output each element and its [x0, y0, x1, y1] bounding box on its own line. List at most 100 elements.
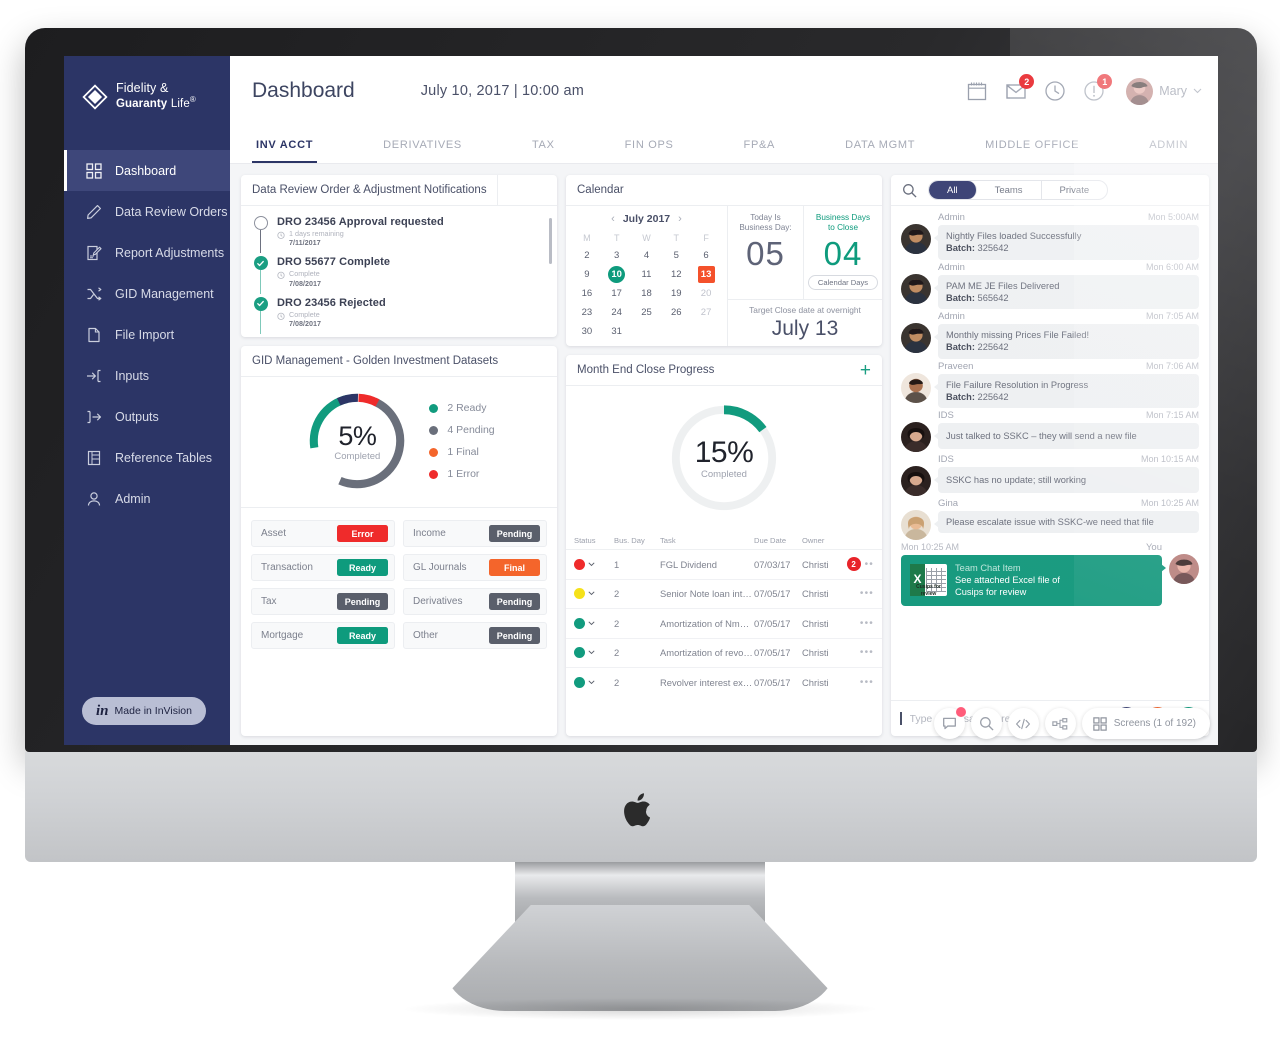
status-cell-mortgage[interactable]: Mortgage Ready: [251, 622, 395, 649]
plus-icon[interactable]: +: [860, 361, 871, 380]
comment-button[interactable]: [933, 707, 966, 739]
calendar-day-today[interactable]: 10: [608, 266, 626, 283]
calendar-day[interactable]: 11: [638, 266, 655, 283]
calendar-day[interactable]: 27: [698, 304, 715, 321]
calendar-day[interactable]: 31: [608, 323, 625, 340]
sidebar-item-file-import[interactable]: File Import: [64, 314, 230, 355]
sidebar-item-gid-management[interactable]: GID Management: [64, 273, 230, 314]
table-row[interactable]: 1 FGL Dividend 07/03/17 Christi 2 ••: [566, 550, 882, 580]
search-icon[interactable]: [902, 183, 917, 198]
search-button[interactable]: [970, 708, 1002, 739]
row-status[interactable]: [574, 647, 614, 659]
calendar-day[interactable]: 30: [578, 323, 595, 340]
more-icon[interactable]: •••: [860, 618, 874, 629]
tab-inv-acct[interactable]: INV ACCT: [252, 126, 318, 163]
scrollbar[interactable]: [549, 218, 552, 264]
row-actions[interactable]: •••: [842, 647, 874, 658]
tab-fpa[interactable]: FP&A: [740, 126, 780, 163]
calendar-day[interactable]: 12: [668, 266, 685, 283]
timeline-item[interactable]: DRO 55677 Complete Complete 7/08/2017: [253, 256, 545, 296]
sidebar-item-data-review-orders[interactable]: Data Review Orders: [64, 191, 230, 232]
calendar-day[interactable]: 5: [668, 247, 685, 264]
clock-icon[interactable]: [1044, 80, 1066, 102]
chevron-down-icon[interactable]: [588, 650, 595, 655]
table-row[interactable]: 2 Amortization of Nmura... 07/05/17 Chri…: [566, 609, 882, 639]
calendar-day[interactable]: 25: [638, 304, 655, 321]
calendar-day[interactable]: 3: [608, 247, 625, 264]
prev-month-button[interactable]: ‹: [611, 213, 615, 225]
row-actions[interactable]: •••: [842, 618, 874, 629]
more-icon[interactable]: •••: [860, 647, 874, 658]
row-status[interactable]: [574, 558, 614, 570]
chat-filter-teams[interactable]: Teams: [977, 181, 1042, 199]
table-row[interactable]: 2 Revolver interest expense... 07/05/17 …: [566, 668, 882, 698]
flow-button[interactable]: [1044, 708, 1076, 739]
calendar-day[interactable]: 2: [578, 247, 595, 264]
next-month-button[interactable]: ›: [678, 213, 682, 225]
calendar-day[interactable]: 17: [608, 285, 625, 302]
dashboard-content: Data Review Order & Adjustment Notificat…: [230, 164, 1218, 745]
chat-filter-private[interactable]: Private: [1042, 181, 1108, 199]
sidebar-item-admin[interactable]: Admin: [64, 478, 230, 519]
chevron-down-icon[interactable]: [588, 621, 595, 626]
timeline-item[interactable]: DRO 23456 Rejected Complete 7/08/2017: [253, 296, 545, 337]
chevron-down-icon[interactable]: [588, 680, 595, 685]
mail-icon[interactable]: 2: [1005, 74, 1035, 102]
code-button[interactable]: [1007, 708, 1039, 739]
made-in-invision-badge[interactable]: in Made in InVision: [82, 697, 206, 725]
status-cell-other[interactable]: Other Pending: [403, 622, 547, 649]
tab-derivatives[interactable]: DERIVATIVES: [379, 126, 466, 163]
more-icon[interactable]: •••: [860, 677, 874, 688]
row-actions[interactable]: •••: [842, 677, 874, 688]
chat-filter-all[interactable]: All: [929, 181, 977, 199]
sidebar-item-report-adjustments[interactable]: Report Adjustments: [64, 232, 230, 273]
calendar-day[interactable]: 4: [638, 247, 655, 264]
calendar-day[interactable]: 26: [668, 304, 685, 321]
brand-logo[interactable]: Fidelity & Guaranty Life®: [64, 56, 230, 146]
tab-middle-office[interactable]: MIDDLE OFFICE: [981, 126, 1083, 163]
status-cell-tax[interactable]: Tax Pending: [251, 588, 395, 615]
row-status[interactable]: [574, 588, 614, 600]
timeline-item[interactable]: DRO 23456 Approval requested 1 days rema…: [253, 216, 545, 256]
calendar-day[interactable]: 18: [638, 285, 655, 302]
calendar-day[interactable]: 20: [698, 285, 715, 302]
tab-tax[interactable]: TAX: [528, 126, 559, 163]
chat-messages[interactable]: Admin Mon 5:00AM Nightly Files loaded Suc…: [891, 206, 1209, 700]
chevron-down-icon[interactable]: [588, 591, 595, 596]
tab-admin[interactable]: ADMIN: [1145, 126, 1192, 163]
table-row[interactable]: 2 Senior Note loan interest... 07/05/17 …: [566, 580, 882, 609]
tab-fin-ops[interactable]: FIN OPS: [621, 126, 678, 163]
more-icon[interactable]: ••: [865, 559, 874, 570]
calendar-day-target[interactable]: 13: [697, 266, 715, 283]
status-cell-gl-journals[interactable]: GL Journals Final: [403, 554, 547, 581]
status-cell-asset[interactable]: Asset Error: [251, 520, 395, 547]
sidebar-item-outputs[interactable]: Outputs: [64, 396, 230, 437]
sidebar-item-dashboard[interactable]: Dashboard: [64, 150, 230, 191]
calendar-icon[interactable]: [966, 80, 988, 102]
user-menu[interactable]: Mary: [1126, 77, 1202, 105]
more-icon[interactable]: •••: [860, 588, 874, 599]
status-cell-transaction[interactable]: Transaction Ready: [251, 554, 395, 581]
calendar-day[interactable]: 6: [698, 247, 715, 264]
status-dot-teal-icon: [574, 677, 585, 689]
alert-icon[interactable]: 1: [1083, 74, 1113, 102]
screens-button[interactable]: Screens (1 of 192): [1081, 708, 1210, 739]
status-cell-derivatives[interactable]: Derivatives Pending: [403, 588, 547, 615]
row-actions[interactable]: 2 ••: [842, 557, 874, 572]
chevron-down-icon[interactable]: [588, 562, 595, 567]
tab-data-mgmt[interactable]: DATA MGMT: [841, 126, 919, 163]
sidebar-item-inputs[interactable]: Inputs: [64, 355, 230, 396]
table-row[interactable]: 2 Amortization of revolver... 07/05/17 C…: [566, 639, 882, 668]
calendar-day[interactable]: 24: [608, 304, 625, 321]
calendar-day[interactable]: 23: [578, 304, 595, 321]
calendar-day[interactable]: 19: [668, 285, 685, 302]
row-status[interactable]: [574, 617, 614, 629]
calendar-day[interactable]: 9: [578, 266, 595, 283]
calendar-day[interactable]: 16: [578, 285, 595, 302]
row-actions[interactable]: •••: [842, 588, 874, 599]
calendar-days-chip[interactable]: Calendar Days: [808, 274, 878, 290]
excel-attachment-icon[interactable]: X Cusips for review: [910, 564, 947, 597]
row-status[interactable]: [574, 677, 614, 689]
sidebar-item-reference-tables[interactable]: Reference Tables: [64, 437, 230, 478]
status-cell-income[interactable]: Income Pending: [403, 520, 547, 547]
